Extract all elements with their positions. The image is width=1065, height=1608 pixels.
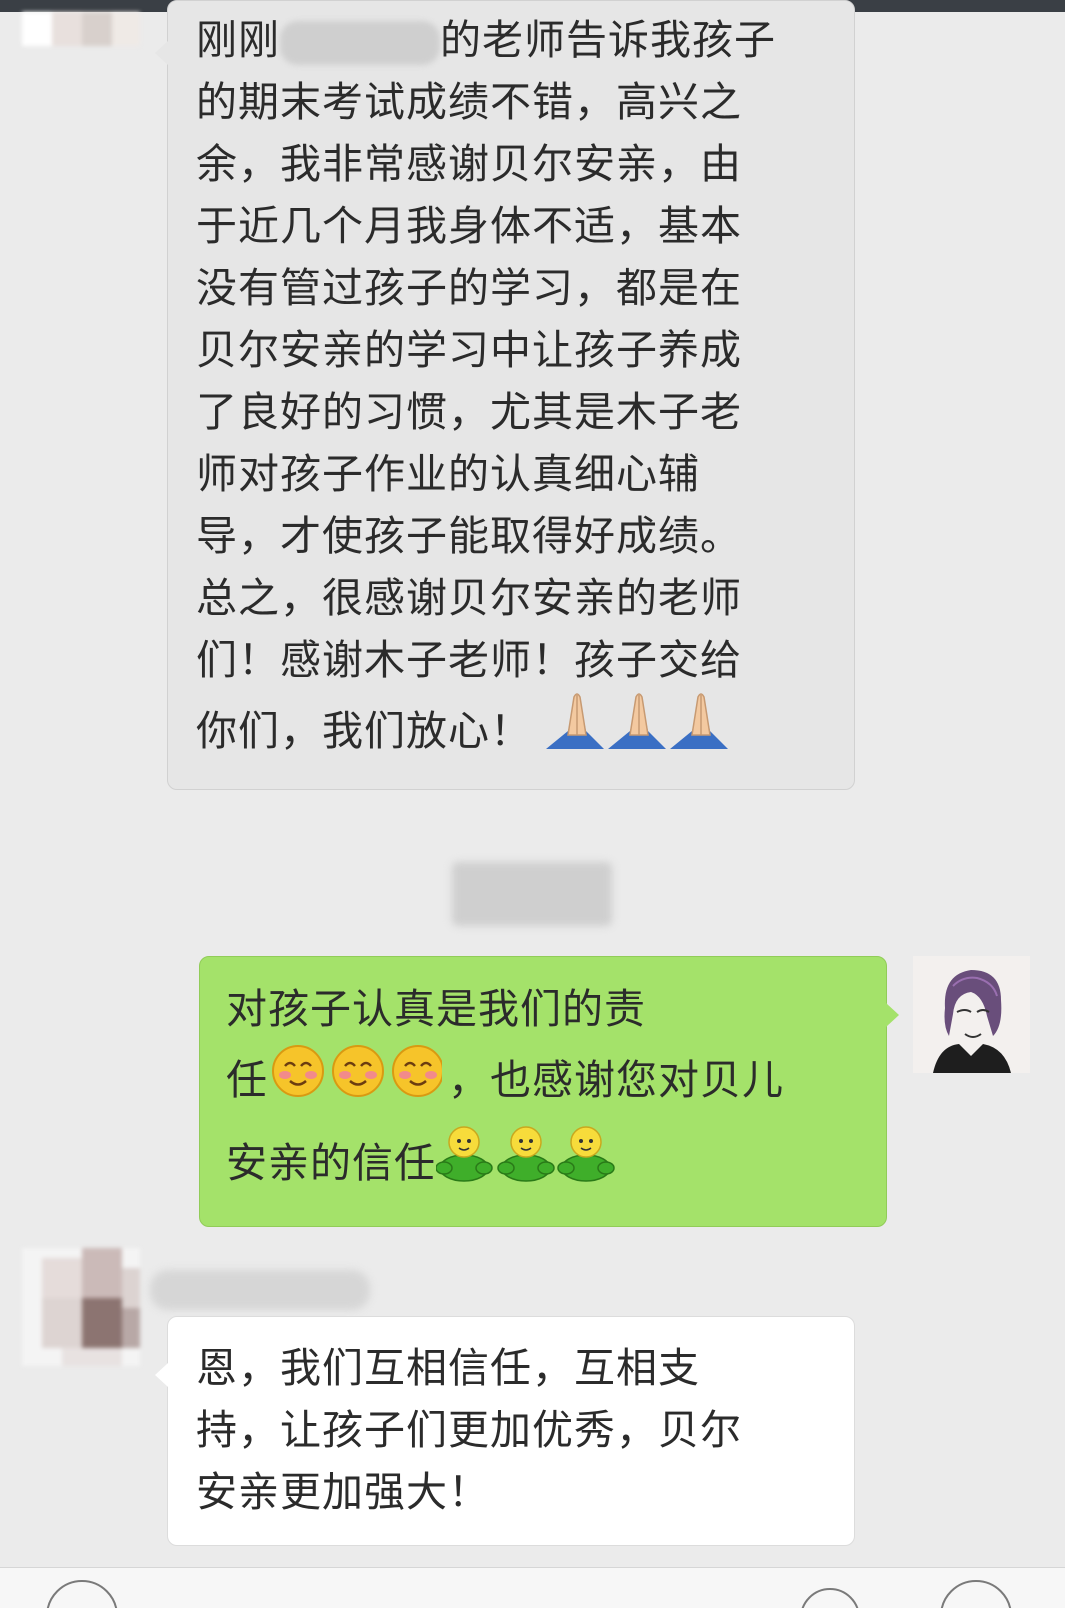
message-line: 没有管过孩子的学习，都是在 [196, 264, 742, 312]
message-line: 恩，我们互相信任，互相支 [196, 1344, 700, 1392]
message-text: 任 [226, 1056, 268, 1104]
redacted-name [280, 21, 440, 65]
portrait-sketch-icon [913, 956, 1030, 1073]
message-text: 的老师告诉我孩子 [440, 16, 776, 64]
message-line: 任 ，也感谢您对贝儿 [226, 1041, 886, 1124]
bubble-tail [886, 1003, 899, 1027]
bubble-tail [155, 41, 168, 65]
message-line: 持，让孩子们更加优秀，贝尔 [196, 1406, 742, 1454]
message-line: 于近几个月我身体不适，基本 [196, 202, 742, 250]
message-line: 余，我非常感谢贝尔安亲，由 [196, 140, 742, 188]
green-figure-emoji-icon [435, 1124, 616, 1207]
message-line: 贝尔安亲的学习中让孩子养成 [196, 326, 742, 374]
sender-avatar[interactable] [22, 1248, 140, 1366]
emoji-button[interactable] [800, 1588, 860, 1608]
my-avatar[interactable] [913, 956, 1030, 1073]
voice-input-button[interactable] [46, 1580, 118, 1608]
redacted-timestamp [452, 862, 612, 926]
message-line: 师对孩子作业的认真细心辅 [196, 450, 700, 498]
message-text: 刚刚 [196, 16, 280, 64]
message-line: 们！感谢木子老师！孩子交给 [196, 636, 742, 684]
sender-avatar[interactable] [22, 12, 140, 46]
message-text: 安亲的信任 [226, 1138, 436, 1187]
input-bar [0, 1567, 1065, 1608]
message-bubble-incoming[interactable]: 恩，我们互相信任，互相支 持，让孩子们更加优秀，贝尔 安亲更加强大！ [155, 1316, 855, 1546]
message-text: 你们，我们放心！ [196, 707, 532, 755]
message-bubble-outgoing[interactable]: 对孩子认真是我们的责 任 ，也感谢您对贝儿 安亲的信任 [199, 956, 899, 1227]
message-line: 刚刚 的老师告诉我孩子 [196, 9, 854, 71]
message-text: ，也感谢您对贝儿 [448, 1056, 784, 1104]
blush-emoji-icon [272, 1043, 444, 1124]
message-line: 了良好的习惯，尤其是木子老 [196, 388, 742, 436]
bubble-tail [155, 1363, 168, 1387]
message-line: 安亲更加强大！ [196, 1468, 490, 1516]
chat-thread[interactable]: 刚刚 的老师告诉我孩子 的期末考试成绩不错，高兴之 余，我非常感谢贝尔安亲，由 于… [0, 0, 1065, 1567]
message-bubble-incoming[interactable]: 刚刚 的老师告诉我孩子 的期末考试成绩不错，高兴之 余，我非常感谢贝尔安亲，由 于… [155, 0, 855, 790]
folded-hands-icon [546, 691, 730, 777]
message-line: 对孩子认真是我们的责 [226, 985, 646, 1033]
message-line: 你们，我们放心！ [196, 691, 854, 777]
message-line: 的期末考试成绩不错，高兴之 [196, 78, 742, 126]
message-line: 总之，很感谢贝尔安亲的老师 [196, 574, 742, 622]
message-line: 安亲的信任 [226, 1124, 886, 1208]
redacted-sender-name [150, 1270, 370, 1310]
message-line: 导，才使孩子能取得好成绩。 [196, 512, 742, 560]
more-button[interactable] [940, 1580, 1012, 1608]
